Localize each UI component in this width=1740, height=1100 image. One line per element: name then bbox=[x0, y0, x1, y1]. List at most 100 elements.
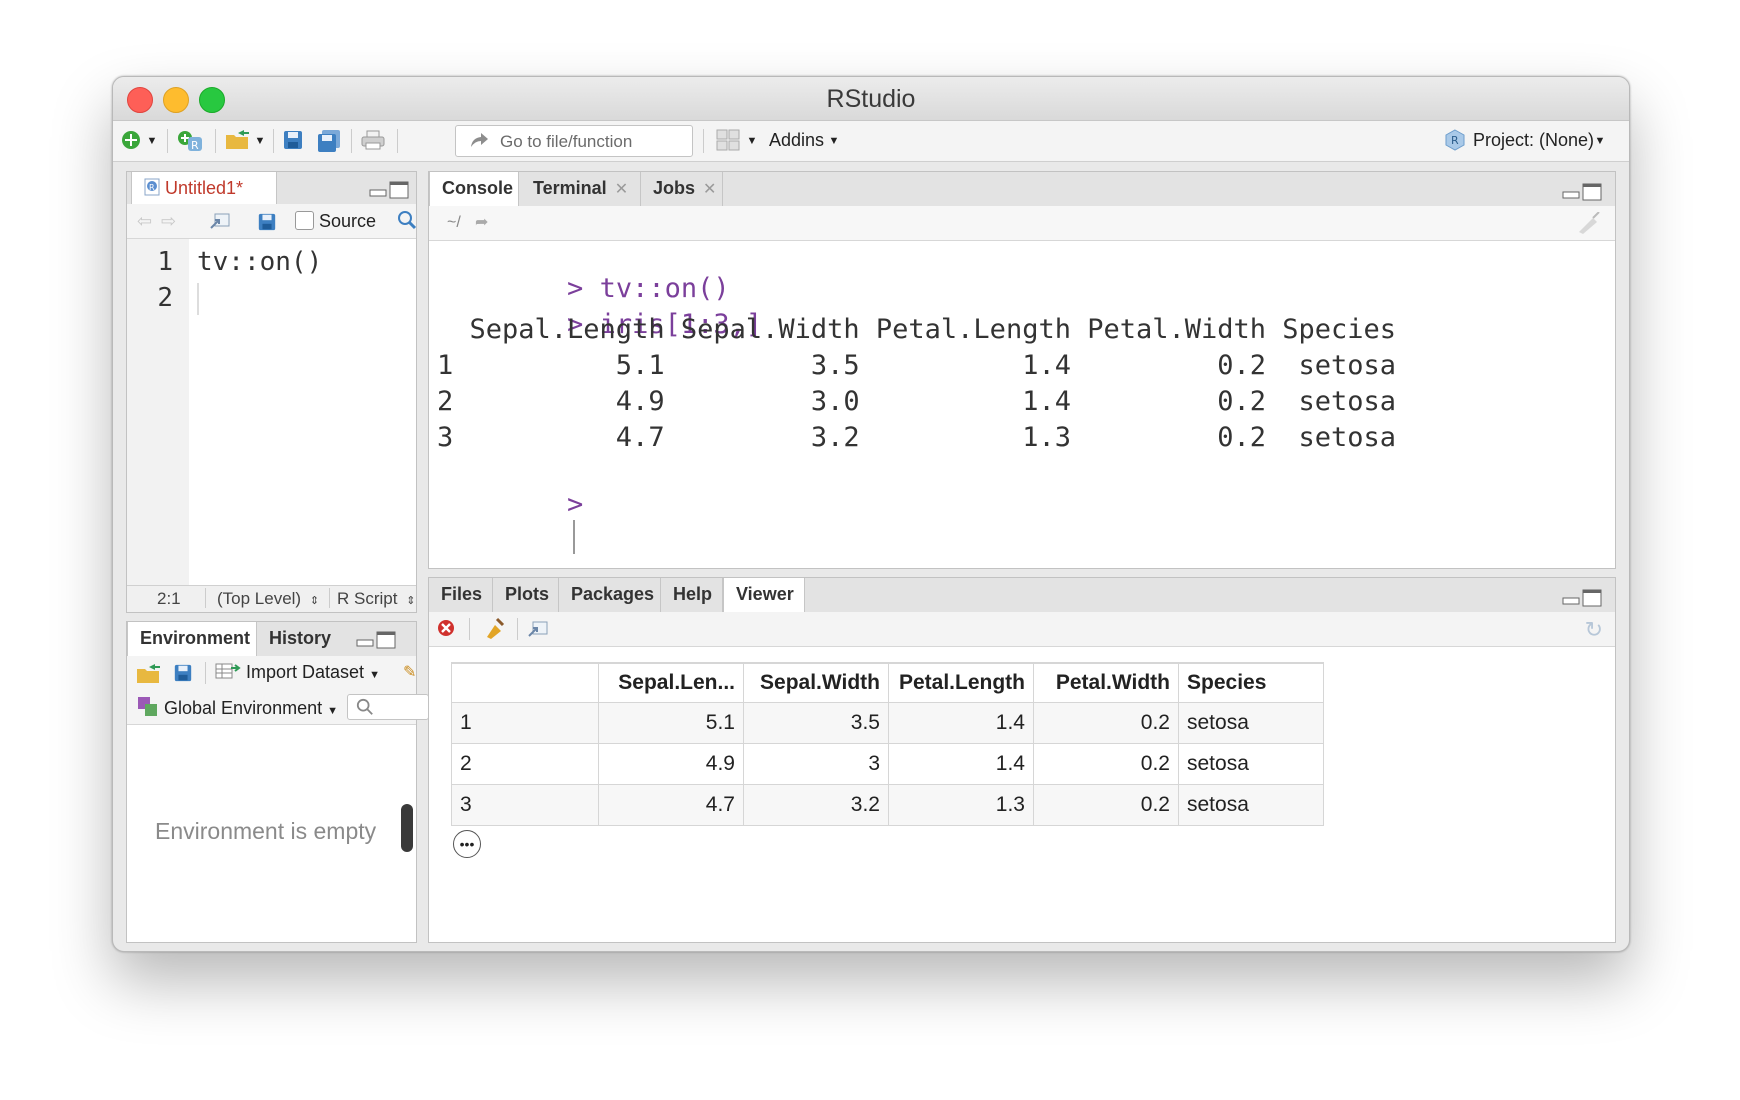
save-all-icon[interactable] bbox=[315, 129, 343, 153]
goto-file-function-input[interactable]: Go to file/function bbox=[455, 125, 693, 157]
tab-untitled1[interactable]: R Untitled1* ✕ bbox=[131, 172, 277, 230]
table-cell: 1.3 bbox=[888, 784, 1034, 826]
project-menu[interactable]: Project: (None) bbox=[1473, 130, 1594, 151]
filetype-selector[interactable]: R Script ⇕ bbox=[337, 589, 415, 609]
source-tabbar: R Untitled1* ✕ bbox=[127, 172, 416, 230]
tab-jobs[interactable]: Jobs ✕ bbox=[641, 172, 723, 206]
table-header-cell[interactable]: Petal.Length bbox=[888, 662, 1034, 703]
remove-viewer-icon[interactable] bbox=[437, 619, 455, 642]
chevron-down-icon[interactable]: ▼ bbox=[827, 129, 841, 153]
back-arrow-icon[interactable]: ⇦ bbox=[137, 211, 152, 232]
tab-help[interactable]: Help bbox=[661, 578, 723, 612]
console-output[interactable]: > tv::on() > iris[1:3,] Sepal.Length Sep… bbox=[429, 240, 1615, 568]
table-header-cell[interactable]: Sepal.Len... bbox=[598, 662, 744, 703]
search-icon[interactable] bbox=[397, 210, 417, 235]
global-env-label: Global Environment bbox=[164, 698, 323, 718]
tab-terminal-label: Terminal bbox=[533, 178, 607, 198]
toolbar-divider bbox=[517, 618, 518, 640]
goto-placeholder: Go to file/function bbox=[500, 132, 633, 151]
chevron-down-icon: ▼ bbox=[369, 669, 380, 681]
save-workspace-icon[interactable] bbox=[173, 663, 193, 688]
grid-layout-icon[interactable] bbox=[715, 129, 741, 153]
table-cell: setosa bbox=[1178, 743, 1324, 785]
new-file-icon[interactable] bbox=[119, 129, 143, 153]
global-env-selector[interactable]: Global Environment ▼ bbox=[137, 696, 338, 719]
updown-icon: ⇕ bbox=[406, 595, 416, 607]
refresh-icon[interactable]: ↻ bbox=[1585, 617, 1603, 643]
text-cursor bbox=[197, 283, 199, 315]
console-output-row: 1 5.1 3.5 1.4 0.2 setosa bbox=[437, 350, 1397, 381]
forward-arrow-icon[interactable]: ⇨ bbox=[161, 211, 176, 232]
print-icon[interactable] bbox=[359, 129, 387, 153]
save-icon[interactable] bbox=[281, 129, 305, 153]
tab-terminal[interactable]: Terminal ✕ bbox=[521, 172, 641, 206]
scrollbar[interactable] bbox=[401, 804, 413, 852]
tab-console[interactable]: Console bbox=[429, 172, 519, 207]
environment-pane: Environment History Import Dataset ▼ ✎ G… bbox=[126, 621, 429, 943]
go-to-dir-icon[interactable]: ➦ bbox=[475, 212, 488, 232]
tab-environment[interactable]: Environment bbox=[127, 622, 257, 657]
working-dir-path: ~/ bbox=[447, 214, 461, 231]
tab-packages[interactable]: Packages bbox=[559, 578, 661, 612]
close-tab-icon[interactable]: ✕ bbox=[703, 181, 716, 198]
env-search-input[interactable] bbox=[347, 694, 429, 720]
pane-minmax-buttons[interactable] bbox=[355, 630, 397, 650]
table-cell: 4.9 bbox=[598, 743, 744, 785]
show-in-window-icon[interactable] bbox=[527, 620, 549, 643]
line-number: 2 bbox=[157, 283, 173, 313]
filetype-label: R Script bbox=[337, 589, 398, 608]
tab-history[interactable]: History bbox=[257, 622, 343, 656]
load-workspace-icon[interactable] bbox=[135, 663, 163, 690]
toolbar-divider bbox=[215, 129, 216, 153]
clear-console-icon[interactable] bbox=[1575, 211, 1601, 239]
viewer-tabbar: Files Plots Packages Help Viewer bbox=[429, 578, 1615, 613]
console-prompt: > bbox=[567, 489, 584, 520]
pane-minmax-buttons[interactable] bbox=[368, 180, 410, 200]
source-on-save-checkbox[interactable] bbox=[295, 211, 314, 230]
broom-icon[interactable] bbox=[483, 617, 507, 644]
new-project-icon[interactable]: R bbox=[175, 129, 205, 153]
code-editor[interactable]: tv::on() bbox=[189, 239, 416, 585]
viewer-toolbar: ↻ bbox=[429, 612, 1615, 647]
toolbar-divider bbox=[469, 618, 470, 640]
tab-jobs-label: Jobs bbox=[653, 178, 696, 198]
main-toolbar: ▼ R ▼ Go to file/function ▼ Addins ▼ R P… bbox=[113, 121, 1629, 162]
chevron-down-icon[interactable]: ▼ bbox=[145, 129, 159, 153]
table-header-cell[interactable]: Species bbox=[1178, 662, 1324, 703]
env-scope-bar: Global Environment ▼ bbox=[127, 690, 429, 725]
rstudio-window: RStudio ▼ R ▼ Go to file/function ▼ Addi… bbox=[112, 76, 1630, 952]
svg-text:R: R bbox=[191, 139, 199, 152]
table-cell: 4.7 bbox=[598, 784, 744, 826]
table-header-cell[interactable]: Petal.Width bbox=[1033, 662, 1179, 703]
close-tab-icon[interactable]: ✕ bbox=[615, 181, 628, 198]
table-header-cell[interactable] bbox=[451, 662, 599, 703]
open-folder-icon[interactable] bbox=[223, 129, 253, 153]
pane-minmax-buttons[interactable] bbox=[1561, 182, 1603, 202]
environment-icon bbox=[138, 697, 157, 716]
chevron-down-icon[interactable]: ▼ bbox=[253, 129, 267, 153]
tab-files[interactable]: Files bbox=[429, 578, 493, 612]
table-header-cell[interactable]: Sepal.Width bbox=[743, 662, 889, 703]
tab-plots[interactable]: Plots bbox=[493, 578, 559, 612]
table-import-icon bbox=[215, 663, 241, 679]
source-statusbar: 2:1 (Top Level) ⇕ R Script ⇕ bbox=[127, 585, 416, 612]
console-cursor bbox=[573, 520, 576, 554]
broom-icon[interactable]: ✎ bbox=[403, 662, 416, 682]
table-cell: 3 bbox=[451, 784, 599, 826]
scope-selector[interactable]: (Top Level) ⇕ bbox=[217, 589, 319, 609]
chevron-down-icon[interactable]: ▼ bbox=[745, 129, 759, 153]
pane-minmax-buttons[interactable] bbox=[1561, 588, 1603, 608]
ellipsis-icon: ••• bbox=[459, 836, 475, 852]
chevron-down-icon[interactable]: ▼ bbox=[1593, 129, 1607, 153]
more-options-button[interactable]: ••• bbox=[453, 830, 481, 858]
project-r-icon: R bbox=[1443, 129, 1467, 153]
chevron-down-icon: ▼ bbox=[327, 705, 339, 717]
svg-text:R: R bbox=[1451, 134, 1459, 147]
table-cell: 3.2 bbox=[743, 784, 889, 826]
tab-viewer[interactable]: Viewer bbox=[723, 578, 805, 613]
import-dataset-menu[interactable]: Import Dataset ▼ bbox=[215, 662, 380, 683]
status-divider bbox=[205, 588, 206, 608]
show-in-window-icon[interactable] bbox=[209, 212, 231, 235]
addins-menu[interactable]: Addins bbox=[769, 130, 824, 151]
save-icon[interactable] bbox=[257, 212, 277, 237]
